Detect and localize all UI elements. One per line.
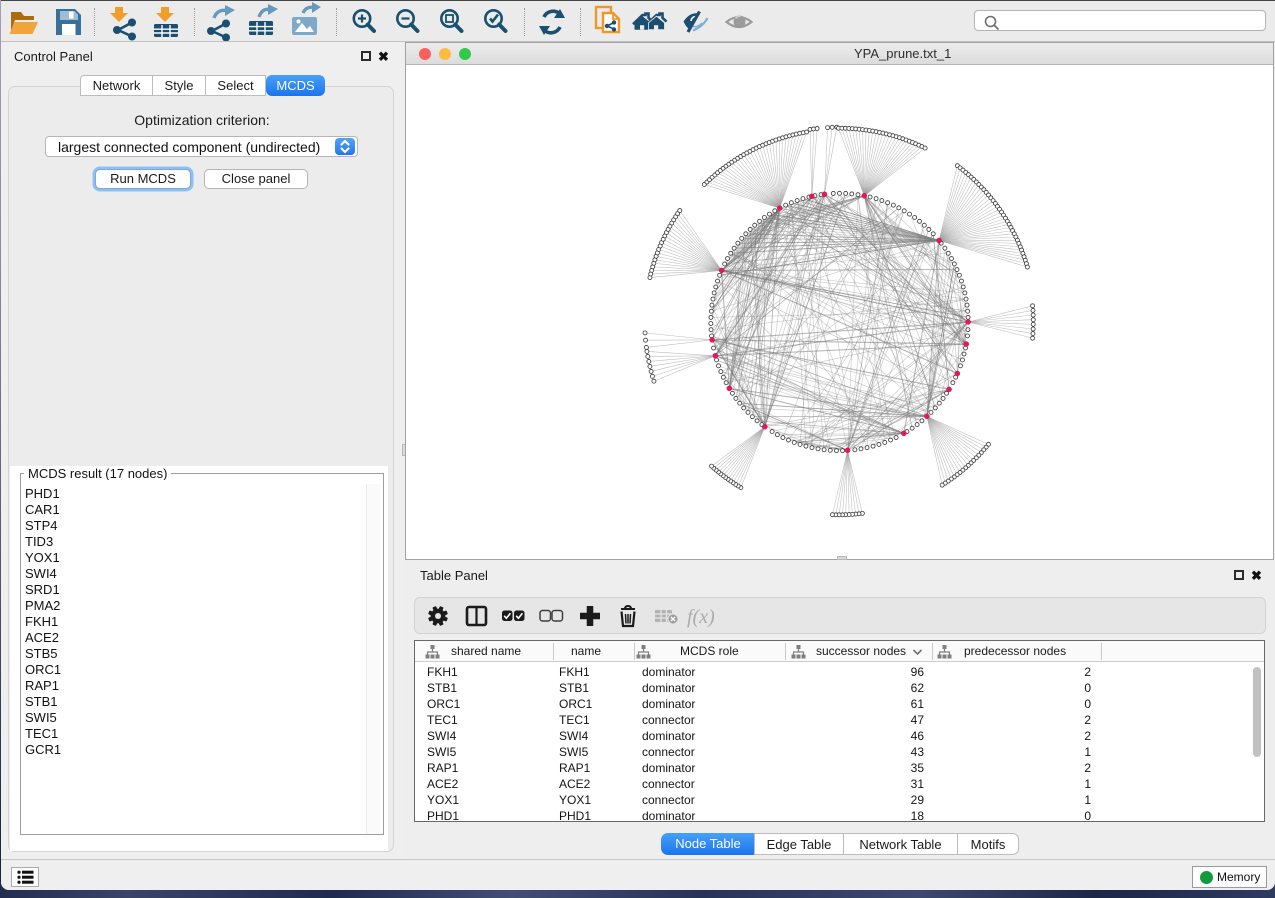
- svg-text:f(x): f(x): [687, 606, 715, 628]
